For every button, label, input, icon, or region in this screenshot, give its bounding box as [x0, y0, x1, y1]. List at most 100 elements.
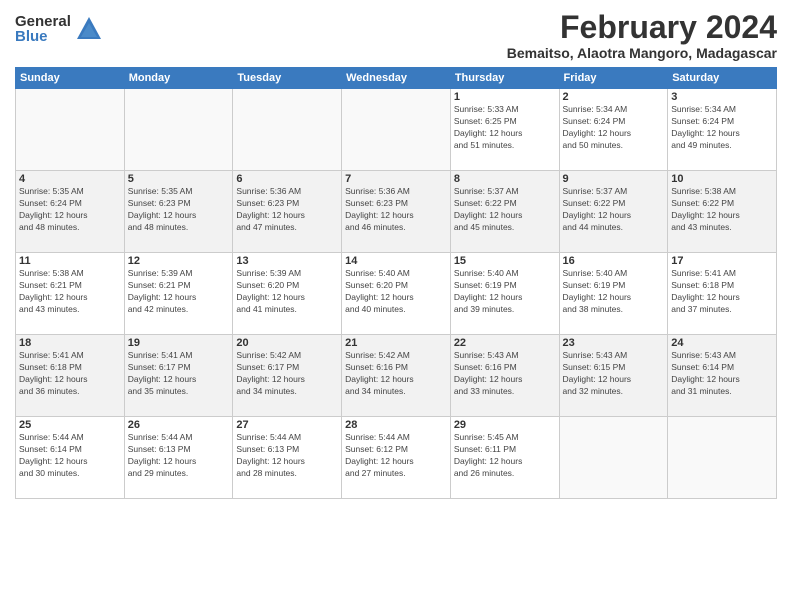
day-number: 24 — [671, 337, 773, 349]
day-info: Sunrise: 5:42 AMSunset: 6:17 PMDaylight:… — [236, 350, 338, 398]
table-row: 6Sunrise: 5:36 AMSunset: 6:23 PMDaylight… — [233, 171, 342, 253]
day-info: Sunrise: 5:37 AMSunset: 6:22 PMDaylight:… — [454, 186, 556, 234]
day-number: 25 — [19, 419, 121, 431]
table-row — [233, 89, 342, 171]
month-title: February 2024 — [507, 10, 777, 45]
day-number: 1 — [454, 91, 556, 103]
table-row — [668, 417, 777, 499]
table-row: 22Sunrise: 5:43 AMSunset: 6:16 PMDayligh… — [450, 335, 559, 417]
logo-icon — [75, 15, 103, 43]
table-row: 26Sunrise: 5:44 AMSunset: 6:13 PMDayligh… — [124, 417, 233, 499]
day-number: 4 — [19, 173, 121, 185]
table-row: 27Sunrise: 5:44 AMSunset: 6:13 PMDayligh… — [233, 417, 342, 499]
day-info: Sunrise: 5:43 AMSunset: 6:15 PMDaylight:… — [563, 350, 665, 398]
logo-general: General — [15, 14, 71, 29]
table-row: 18Sunrise: 5:41 AMSunset: 6:18 PMDayligh… — [16, 335, 125, 417]
day-info: Sunrise: 5:42 AMSunset: 6:16 PMDaylight:… — [345, 350, 447, 398]
calendar-week-row: 4Sunrise: 5:35 AMSunset: 6:24 PMDaylight… — [16, 171, 777, 253]
col-tuesday: Tuesday — [233, 68, 342, 89]
day-info: Sunrise: 5:39 AMSunset: 6:20 PMDaylight:… — [236, 268, 338, 316]
col-monday: Monday — [124, 68, 233, 89]
table-row: 16Sunrise: 5:40 AMSunset: 6:19 PMDayligh… — [559, 253, 668, 335]
table-row: 3Sunrise: 5:34 AMSunset: 6:24 PMDaylight… — [668, 89, 777, 171]
table-row: 14Sunrise: 5:40 AMSunset: 6:20 PMDayligh… — [342, 253, 451, 335]
day-info: Sunrise: 5:40 AMSunset: 6:19 PMDaylight:… — [563, 268, 665, 316]
table-row: 1Sunrise: 5:33 AMSunset: 6:25 PMDaylight… — [450, 89, 559, 171]
table-row: 20Sunrise: 5:42 AMSunset: 6:17 PMDayligh… — [233, 335, 342, 417]
day-info: Sunrise: 5:43 AMSunset: 6:14 PMDaylight:… — [671, 350, 773, 398]
day-info: Sunrise: 5:43 AMSunset: 6:16 PMDaylight:… — [454, 350, 556, 398]
table-row: 9Sunrise: 5:37 AMSunset: 6:22 PMDaylight… — [559, 171, 668, 253]
day-info: Sunrise: 5:45 AMSunset: 6:11 PMDaylight:… — [454, 432, 556, 480]
day-info: Sunrise: 5:44 AMSunset: 6:13 PMDaylight:… — [128, 432, 230, 480]
table-row — [124, 89, 233, 171]
table-row: 25Sunrise: 5:44 AMSunset: 6:14 PMDayligh… — [16, 417, 125, 499]
table-row — [16, 89, 125, 171]
day-number: 6 — [236, 173, 338, 185]
col-thursday: Thursday — [450, 68, 559, 89]
day-number: 22 — [454, 337, 556, 349]
day-info: Sunrise: 5:41 AMSunset: 6:17 PMDaylight:… — [128, 350, 230, 398]
day-number: 21 — [345, 337, 447, 349]
page: General Blue February 2024 Bemaitso, Ala… — [0, 0, 792, 612]
calendar-week-row: 25Sunrise: 5:44 AMSunset: 6:14 PMDayligh… — [16, 417, 777, 499]
calendar-table: Sunday Monday Tuesday Wednesday Thursday… — [15, 67, 777, 499]
day-number: 23 — [563, 337, 665, 349]
day-number: 7 — [345, 173, 447, 185]
col-saturday: Saturday — [668, 68, 777, 89]
day-number: 29 — [454, 419, 556, 431]
day-info: Sunrise: 5:36 AMSunset: 6:23 PMDaylight:… — [236, 186, 338, 234]
logo-blue: Blue — [15, 29, 71, 44]
day-info: Sunrise: 5:33 AMSunset: 6:25 PMDaylight:… — [454, 104, 556, 152]
day-number: 15 — [454, 255, 556, 267]
table-row: 17Sunrise: 5:41 AMSunset: 6:18 PMDayligh… — [668, 253, 777, 335]
table-row: 15Sunrise: 5:40 AMSunset: 6:19 PMDayligh… — [450, 253, 559, 335]
table-row: 4Sunrise: 5:35 AMSunset: 6:24 PMDaylight… — [16, 171, 125, 253]
day-info: Sunrise: 5:38 AMSunset: 6:21 PMDaylight:… — [19, 268, 121, 316]
day-info: Sunrise: 5:39 AMSunset: 6:21 PMDaylight:… — [128, 268, 230, 316]
col-sunday: Sunday — [16, 68, 125, 89]
day-number: 28 — [345, 419, 447, 431]
day-info: Sunrise: 5:40 AMSunset: 6:19 PMDaylight:… — [454, 268, 556, 316]
table-row: 10Sunrise: 5:38 AMSunset: 6:22 PMDayligh… — [668, 171, 777, 253]
table-row — [342, 89, 451, 171]
day-number: 16 — [563, 255, 665, 267]
day-info: Sunrise: 5:44 AMSunset: 6:12 PMDaylight:… — [345, 432, 447, 480]
table-row: 23Sunrise: 5:43 AMSunset: 6:15 PMDayligh… — [559, 335, 668, 417]
table-row: 7Sunrise: 5:36 AMSunset: 6:23 PMDaylight… — [342, 171, 451, 253]
day-number: 11 — [19, 255, 121, 267]
calendar-week-row: 1Sunrise: 5:33 AMSunset: 6:25 PMDaylight… — [16, 89, 777, 171]
day-number: 10 — [671, 173, 773, 185]
day-number: 19 — [128, 337, 230, 349]
calendar-week-row: 18Sunrise: 5:41 AMSunset: 6:18 PMDayligh… — [16, 335, 777, 417]
table-row: 2Sunrise: 5:34 AMSunset: 6:24 PMDaylight… — [559, 89, 668, 171]
calendar-week-row: 11Sunrise: 5:38 AMSunset: 6:21 PMDayligh… — [16, 253, 777, 335]
day-number: 12 — [128, 255, 230, 267]
day-number: 13 — [236, 255, 338, 267]
day-number: 20 — [236, 337, 338, 349]
table-row: 21Sunrise: 5:42 AMSunset: 6:16 PMDayligh… — [342, 335, 451, 417]
day-number: 26 — [128, 419, 230, 431]
logo: General Blue — [15, 14, 103, 44]
day-number: 5 — [128, 173, 230, 185]
day-info: Sunrise: 5:40 AMSunset: 6:20 PMDaylight:… — [345, 268, 447, 316]
title-area: February 2024 Bemaitso, Alaotra Mangoro,… — [507, 10, 777, 61]
table-row: 8Sunrise: 5:37 AMSunset: 6:22 PMDaylight… — [450, 171, 559, 253]
day-number: 2 — [563, 91, 665, 103]
day-number: 14 — [345, 255, 447, 267]
day-number: 3 — [671, 91, 773, 103]
day-info: Sunrise: 5:37 AMSunset: 6:22 PMDaylight:… — [563, 186, 665, 234]
day-info: Sunrise: 5:41 AMSunset: 6:18 PMDaylight:… — [671, 268, 773, 316]
col-wednesday: Wednesday — [342, 68, 451, 89]
day-info: Sunrise: 5:34 AMSunset: 6:24 PMDaylight:… — [563, 104, 665, 152]
day-info: Sunrise: 5:35 AMSunset: 6:24 PMDaylight:… — [19, 186, 121, 234]
day-number: 8 — [454, 173, 556, 185]
day-number: 27 — [236, 419, 338, 431]
table-row: 5Sunrise: 5:35 AMSunset: 6:23 PMDaylight… — [124, 171, 233, 253]
day-info: Sunrise: 5:44 AMSunset: 6:14 PMDaylight:… — [19, 432, 121, 480]
day-number: 17 — [671, 255, 773, 267]
table-row: 24Sunrise: 5:43 AMSunset: 6:14 PMDayligh… — [668, 335, 777, 417]
table-row: 28Sunrise: 5:44 AMSunset: 6:12 PMDayligh… — [342, 417, 451, 499]
day-number: 18 — [19, 337, 121, 349]
table-row — [559, 417, 668, 499]
